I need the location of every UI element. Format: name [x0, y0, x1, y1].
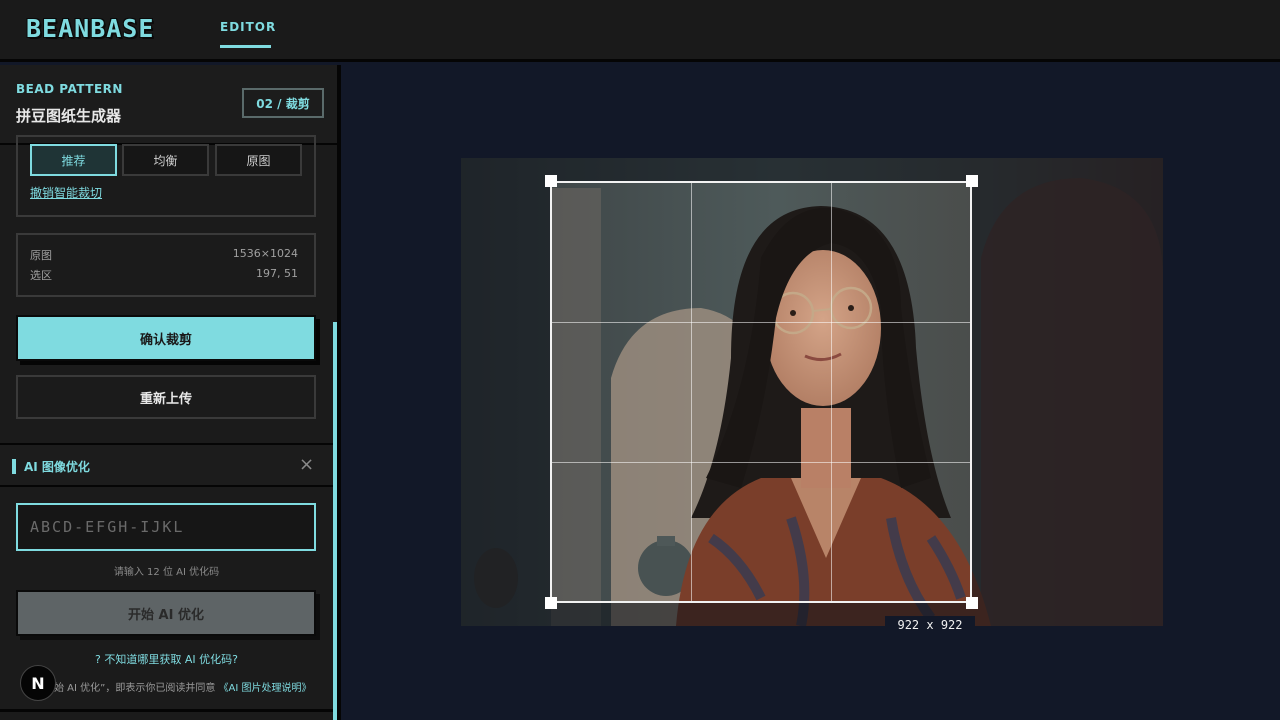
close-icon[interactable]: ×	[299, 454, 314, 475]
ai-section-title: AI 图像优化	[24, 460, 90, 474]
original-size-label: 原图	[30, 249, 52, 262]
image-info-box	[16, 233, 316, 297]
step-badge: 02 / 裁剪	[242, 88, 324, 118]
ai-code-help-link[interactable]: ? 不知道哪里获取 AI 优化码?	[0, 651, 333, 667]
ai-section-accent	[12, 459, 16, 474]
crop-mode-balanced-button[interactable]: 均衡	[122, 144, 209, 176]
reupload-button[interactable]: 重新上传	[16, 375, 316, 419]
crop-size-label: 922 x 922	[885, 616, 975, 634]
crop-handle-top-right[interactable]	[966, 175, 978, 187]
crop-handle-top-left[interactable]	[545, 175, 557, 187]
top-bar: BEANBASE EDITOR	[0, 0, 1280, 62]
grid-line-v1	[691, 183, 692, 601]
panel-header: BEAD PATTERN 拼豆图纸生成器 02 / 裁剪	[0, 65, 337, 145]
selection-value: 197, 51	[256, 267, 298, 280]
agreement-prefix: 始 AI 优化”，即表示你已阅读并同意	[54, 683, 216, 694]
grid-line-h2	[552, 462, 970, 463]
crop-mask-left	[461, 158, 550, 626]
ai-code-input[interactable]	[16, 503, 316, 551]
scrollbar-thumb[interactable]	[333, 322, 337, 720]
agreement-link[interactable]: 《AI 图片处理说明》	[219, 683, 312, 694]
grid-line-v2	[831, 183, 832, 601]
grid-line-h1	[552, 322, 970, 323]
divider	[0, 709, 333, 712]
nav-active-indicator	[220, 45, 271, 48]
confirm-crop-button[interactable]: 确认裁剪	[16, 315, 316, 361]
undo-smart-crop-link[interactable]: 撤销智能裁切	[30, 184, 102, 201]
ai-section-header: AI 图像优化 ×	[0, 443, 333, 487]
panel-label: BEAD PATTERN	[16, 82, 123, 96]
original-size-value: 1536×1024	[232, 247, 298, 260]
app-logo[interactable]: BEANBASE	[26, 14, 154, 43]
selection-label: 选区	[30, 269, 52, 282]
crop-mode-recommended-button[interactable]: 推荐	[30, 144, 117, 176]
crop-mask-top	[550, 158, 972, 181]
sidebar: BEAD PATTERN 拼豆图纸生成器 02 / 裁剪 推荐 均衡 原图 撤销…	[0, 65, 341, 720]
floating-n-badge[interactable]: N	[20, 665, 56, 701]
crop-frame[interactable]	[550, 181, 972, 603]
start-ai-optimize-button[interactable]: 开始 AI 优化	[16, 590, 316, 636]
crop-mode-original-button[interactable]: 原图	[215, 144, 302, 176]
crop-mask-right	[972, 158, 1163, 626]
agreement-text: 始 AI 优化”，即表示你已阅读并同意 《AI 图片处理说明》	[54, 679, 311, 694]
ai-code-hint: 请输入 12 位 AI 优化码	[113, 567, 220, 578]
crop-handle-bottom-left[interactable]	[545, 597, 557, 609]
panel-title: 拼豆图纸生成器	[16, 107, 122, 125]
crop-handle-bottom-right[interactable]	[966, 597, 978, 609]
nav-tab-editor[interactable]: EDITOR	[220, 20, 276, 34]
